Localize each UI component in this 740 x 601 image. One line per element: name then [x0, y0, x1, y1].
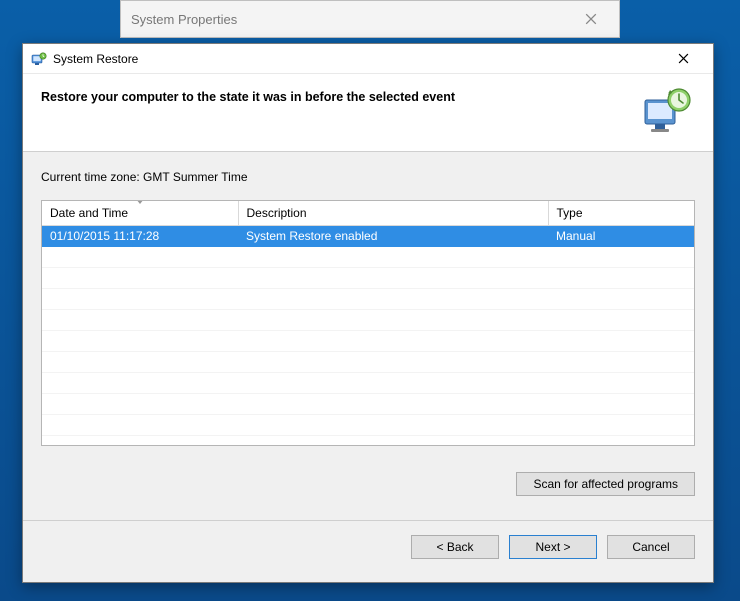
table-row: [42, 288, 694, 309]
wizard-body: Current time zone: GMT Summer Time Date …: [23, 152, 713, 456]
table-row: [42, 246, 694, 267]
close-icon: [585, 13, 597, 25]
desktop-background: System Properties System Restore: [0, 0, 740, 601]
column-description-label: Description: [247, 206, 307, 220]
system-restore-icon: [31, 51, 47, 67]
wizard-header: Restore your computer to the state it wa…: [23, 74, 713, 152]
column-description[interactable]: Description: [238, 201, 548, 225]
scan-row: Scan for affected programs: [23, 456, 713, 496]
titlebar[interactable]: System Restore: [23, 44, 713, 74]
cancel-button[interactable]: Cancel: [607, 535, 695, 559]
cell-type: Manual: [548, 225, 694, 246]
cell-description: System Restore enabled: [238, 225, 548, 246]
table-row: [42, 372, 694, 393]
scan-affected-button[interactable]: Scan for affected programs: [516, 472, 695, 496]
system-properties-title: System Properties: [131, 12, 573, 27]
column-date-label: Date and Time: [50, 206, 128, 220]
cell-date: 01/10/2015 11:17:28: [42, 225, 238, 246]
column-type[interactable]: Type: [548, 201, 694, 225]
window-title: System Restore: [53, 52, 661, 66]
column-date[interactable]: Date and Time: [42, 201, 238, 225]
timezone-label: Current time zone: GMT Summer Time: [41, 170, 695, 184]
column-type-label: Type: [557, 206, 583, 220]
table-row: [42, 267, 694, 288]
table-row: [42, 351, 694, 372]
table-row: [42, 330, 694, 351]
close-icon: [678, 53, 689, 64]
system-properties-titlebar: System Properties: [121, 1, 619, 37]
table-row: [42, 309, 694, 330]
wizard-heading: Restore your computer to the state it wa…: [41, 84, 639, 104]
system-properties-close-button[interactable]: [573, 5, 609, 33]
wizard-footer: < Back Next > Cancel: [23, 521, 713, 575]
system-restore-large-icon: [639, 84, 695, 140]
system-properties-window: System Properties: [120, 0, 620, 38]
system-restore-window: System Restore Restore your computer to …: [22, 43, 714, 583]
close-button[interactable]: [661, 45, 705, 73]
sort-indicator-icon: [136, 200, 144, 204]
table-row[interactable]: 01/10/2015 11:17:28 System Restore enabl…: [42, 225, 694, 246]
table-row: [42, 393, 694, 414]
next-button[interactable]: Next >: [509, 535, 597, 559]
restore-points-grid[interactable]: Date and Time Description Type 01/10/201…: [41, 200, 695, 446]
table-row: [42, 414, 694, 435]
back-button[interactable]: < Back: [411, 535, 499, 559]
table-header-row: Date and Time Description Type: [42, 201, 694, 225]
